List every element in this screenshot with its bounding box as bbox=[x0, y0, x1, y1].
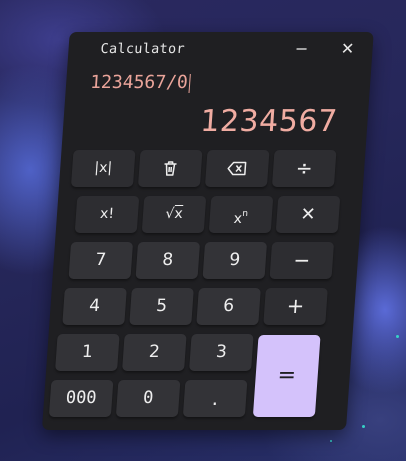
triple-zero-button[interactable]: 000 bbox=[48, 380, 114, 417]
digit-6-button[interactable]: 6 bbox=[196, 288, 261, 325]
backspace-icon bbox=[227, 161, 247, 175]
digit-2-button[interactable]: 2 bbox=[122, 334, 187, 371]
trash-icon bbox=[164, 160, 177, 176]
calculator-window: Calculator − ✕ 1234567/0 1234567 |x| ÷ x… bbox=[0, 0, 406, 461]
expression-input[interactable]: 1234567/0 bbox=[89, 70, 191, 96]
digit-8-button[interactable]: 8 bbox=[135, 242, 201, 279]
add-button[interactable]: + bbox=[263, 288, 328, 325]
backspace-button[interactable] bbox=[204, 150, 270, 187]
decimal-button[interactable]: . bbox=[182, 380, 248, 417]
digit-1-button[interactable]: 1 bbox=[55, 334, 120, 371]
digit-5-button[interactable]: 5 bbox=[129, 288, 194, 325]
digit-9-button[interactable]: 9 bbox=[202, 242, 268, 279]
sqrt-variable: x bbox=[173, 206, 184, 222]
multiply-button[interactable]: ✕ bbox=[275, 196, 341, 233]
subtract-button[interactable]: − bbox=[269, 242, 335, 279]
equals-button[interactable]: = bbox=[252, 335, 321, 417]
digit-0-button[interactable]: 0 bbox=[115, 380, 181, 417]
minimize-button[interactable]: − bbox=[286, 36, 318, 62]
expression-text: 1234567/0 bbox=[89, 72, 189, 93]
close-button[interactable]: ✕ bbox=[332, 36, 364, 62]
divide-button[interactable]: ÷ bbox=[271, 150, 337, 187]
digit-4-button[interactable]: 4 bbox=[62, 288, 127, 325]
power-button[interactable]: xn bbox=[208, 196, 274, 233]
sqrt-button[interactable]: √x bbox=[141, 196, 207, 233]
power-exponent: n bbox=[241, 209, 249, 219]
window-title: Calculator bbox=[100, 41, 186, 57]
abs-button[interactable]: |x| bbox=[70, 150, 136, 187]
clear-button[interactable] bbox=[137, 150, 203, 187]
background-speck bbox=[396, 335, 399, 338]
digit-3-button[interactable]: 3 bbox=[189, 334, 254, 371]
digit-7-button[interactable]: 7 bbox=[68, 242, 134, 279]
factorial-button[interactable]: x! bbox=[74, 196, 140, 233]
result-display: 1234567 bbox=[199, 104, 339, 139]
